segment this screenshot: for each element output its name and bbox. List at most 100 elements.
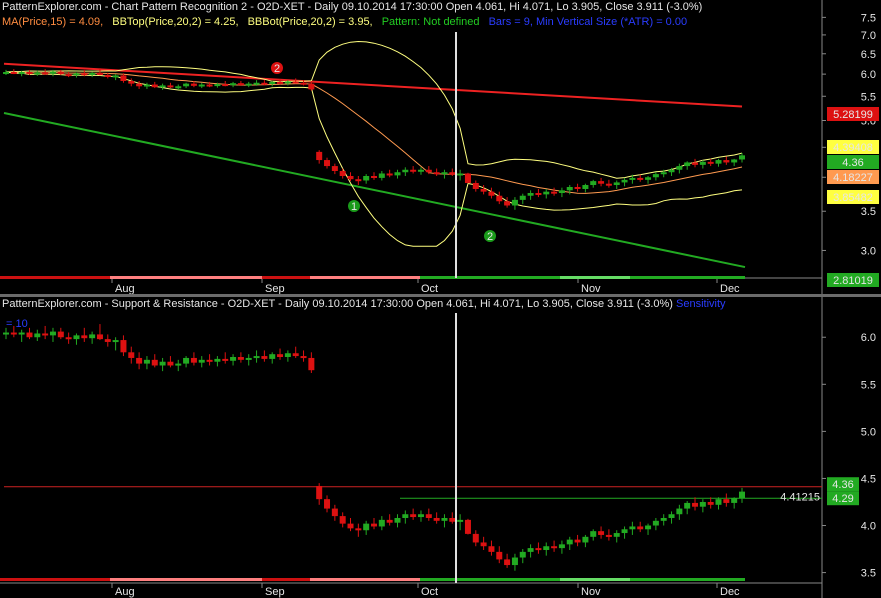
y-tick-label: 3.5	[861, 206, 876, 218]
candle-body	[613, 182, 620, 186]
candle-body	[457, 519, 464, 522]
candle-body	[441, 517, 448, 521]
candle-body	[566, 186, 573, 191]
candle-body	[49, 71, 56, 74]
candle-body	[112, 75, 119, 78]
pattern-chart[interactable]: 3.03.54.04.55.05.56.06.57.07.5AugSepOctN…	[0, 0, 881, 294]
candle-body	[120, 340, 127, 353]
candle-body	[488, 191, 495, 196]
candle-body	[261, 356, 268, 359]
x-tick-label: Nov	[581, 283, 601, 294]
candle-body	[65, 74, 72, 77]
resistance-line	[3, 62, 743, 108]
trend-strip	[420, 276, 560, 279]
candle-body	[496, 551, 503, 560]
candle-body	[245, 83, 252, 86]
candle-body	[558, 190, 565, 194]
candle-body	[96, 72, 103, 75]
candle-body	[65, 337, 72, 340]
legend-pattern: Pattern: Not defined	[381, 16, 480, 28]
candle-body	[715, 499, 722, 505]
candle-body	[57, 71, 64, 75]
candle-body	[363, 176, 370, 181]
y-tick-label: 3.5	[861, 568, 876, 580]
candle-body	[598, 531, 605, 535]
candle-body	[316, 151, 323, 161]
chart-title: PatternExplorer.com - Chart Pattern Reco…	[2, 1, 703, 13]
candle-body	[143, 84, 150, 87]
chart-title-2: PatternExplorer.com - Support & Resistan…	[2, 298, 726, 310]
candle-body	[42, 333, 49, 336]
candle-body	[480, 188, 487, 192]
candle-body	[410, 169, 417, 172]
candle-body	[394, 172, 401, 176]
candle-body	[652, 174, 659, 178]
candle-body	[605, 534, 612, 537]
candle-body	[183, 83, 190, 87]
candle-body	[715, 160, 722, 164]
candle-body	[433, 172, 440, 175]
candle-body	[629, 177, 636, 180]
x-tick-label: Nov	[581, 586, 601, 598]
candle-body	[10, 72, 17, 75]
x-tick-label: Oct	[421, 586, 438, 598]
candle-body	[206, 359, 213, 362]
trend-strip	[262, 578, 310, 581]
candle-body	[668, 169, 675, 173]
bb-bottom-line	[5, 71, 743, 247]
candle-body	[324, 160, 331, 167]
candle-body	[355, 528, 362, 531]
chart-title-2-text: PatternExplorer.com - Support & Resistan…	[2, 298, 673, 310]
candle-body	[222, 84, 229, 87]
x-tick-label: Dec	[720, 283, 740, 294]
candle-body	[331, 508, 338, 517]
candle-body	[394, 517, 401, 523]
candle-body	[378, 173, 385, 178]
candle-body	[128, 352, 135, 358]
candle-body	[237, 83, 244, 86]
resistance-value-label: 4.41215	[780, 492, 820, 504]
candle-body	[699, 161, 706, 165]
y-tick-label: 5.5	[861, 379, 876, 391]
candle-body	[347, 176, 354, 180]
candle-body	[49, 331, 56, 336]
candle-body	[3, 332, 9, 335]
candle-body	[277, 81, 284, 84]
sensitivity-label: Sensitivity	[676, 298, 726, 310]
candle-body	[190, 357, 197, 363]
candle-body	[151, 359, 158, 366]
support-resistance-pane: 3.5 4.0 4.5 5.0 5.5 6.0 Aug Sep Oct Nov Dec 4.41215…	[0, 297, 881, 598]
candle-body	[112, 340, 119, 343]
candle-body	[42, 72, 49, 75]
candle-body	[136, 83, 143, 87]
candle-body	[598, 181, 605, 184]
indicator-legend: MA(Price,15) = 4.09, BBTop(Price,20,2) =…	[2, 16, 693, 28]
candle-body	[18, 72, 25, 75]
candle-body	[261, 82, 268, 85]
trend-strip	[310, 276, 420, 279]
pattern-marker-label: 1	[351, 201, 357, 213]
candle-body	[214, 84, 221, 87]
candle-body	[371, 523, 377, 527]
trend-strip	[0, 578, 110, 581]
candle-body	[175, 363, 182, 366]
trend-strip	[160, 578, 262, 581]
candle-body	[284, 353, 291, 358]
candle-body	[339, 170, 346, 177]
candle-body	[535, 193, 542, 196]
price-tag-label: 3.85482	[833, 192, 873, 204]
candle-body	[347, 523, 354, 529]
candle-body	[511, 557, 518, 566]
candle-body	[104, 339, 111, 342]
candle-body	[89, 334, 96, 339]
trend-strip	[262, 276, 310, 279]
candle-body	[527, 193, 534, 196]
candle-body	[308, 83, 315, 90]
candle-body	[425, 514, 432, 518]
x-tick-label: Dec	[720, 586, 740, 598]
candle-body	[3, 72, 9, 75]
candle-body	[574, 186, 581, 189]
candle-body	[339, 516, 346, 524]
support-resistance-chart[interactable]: 3.5 4.0 4.5 5.0 5.5 6.0 Aug Sep Oct Nov Dec 4.41215…	[0, 297, 881, 598]
candle-body	[699, 501, 706, 507]
